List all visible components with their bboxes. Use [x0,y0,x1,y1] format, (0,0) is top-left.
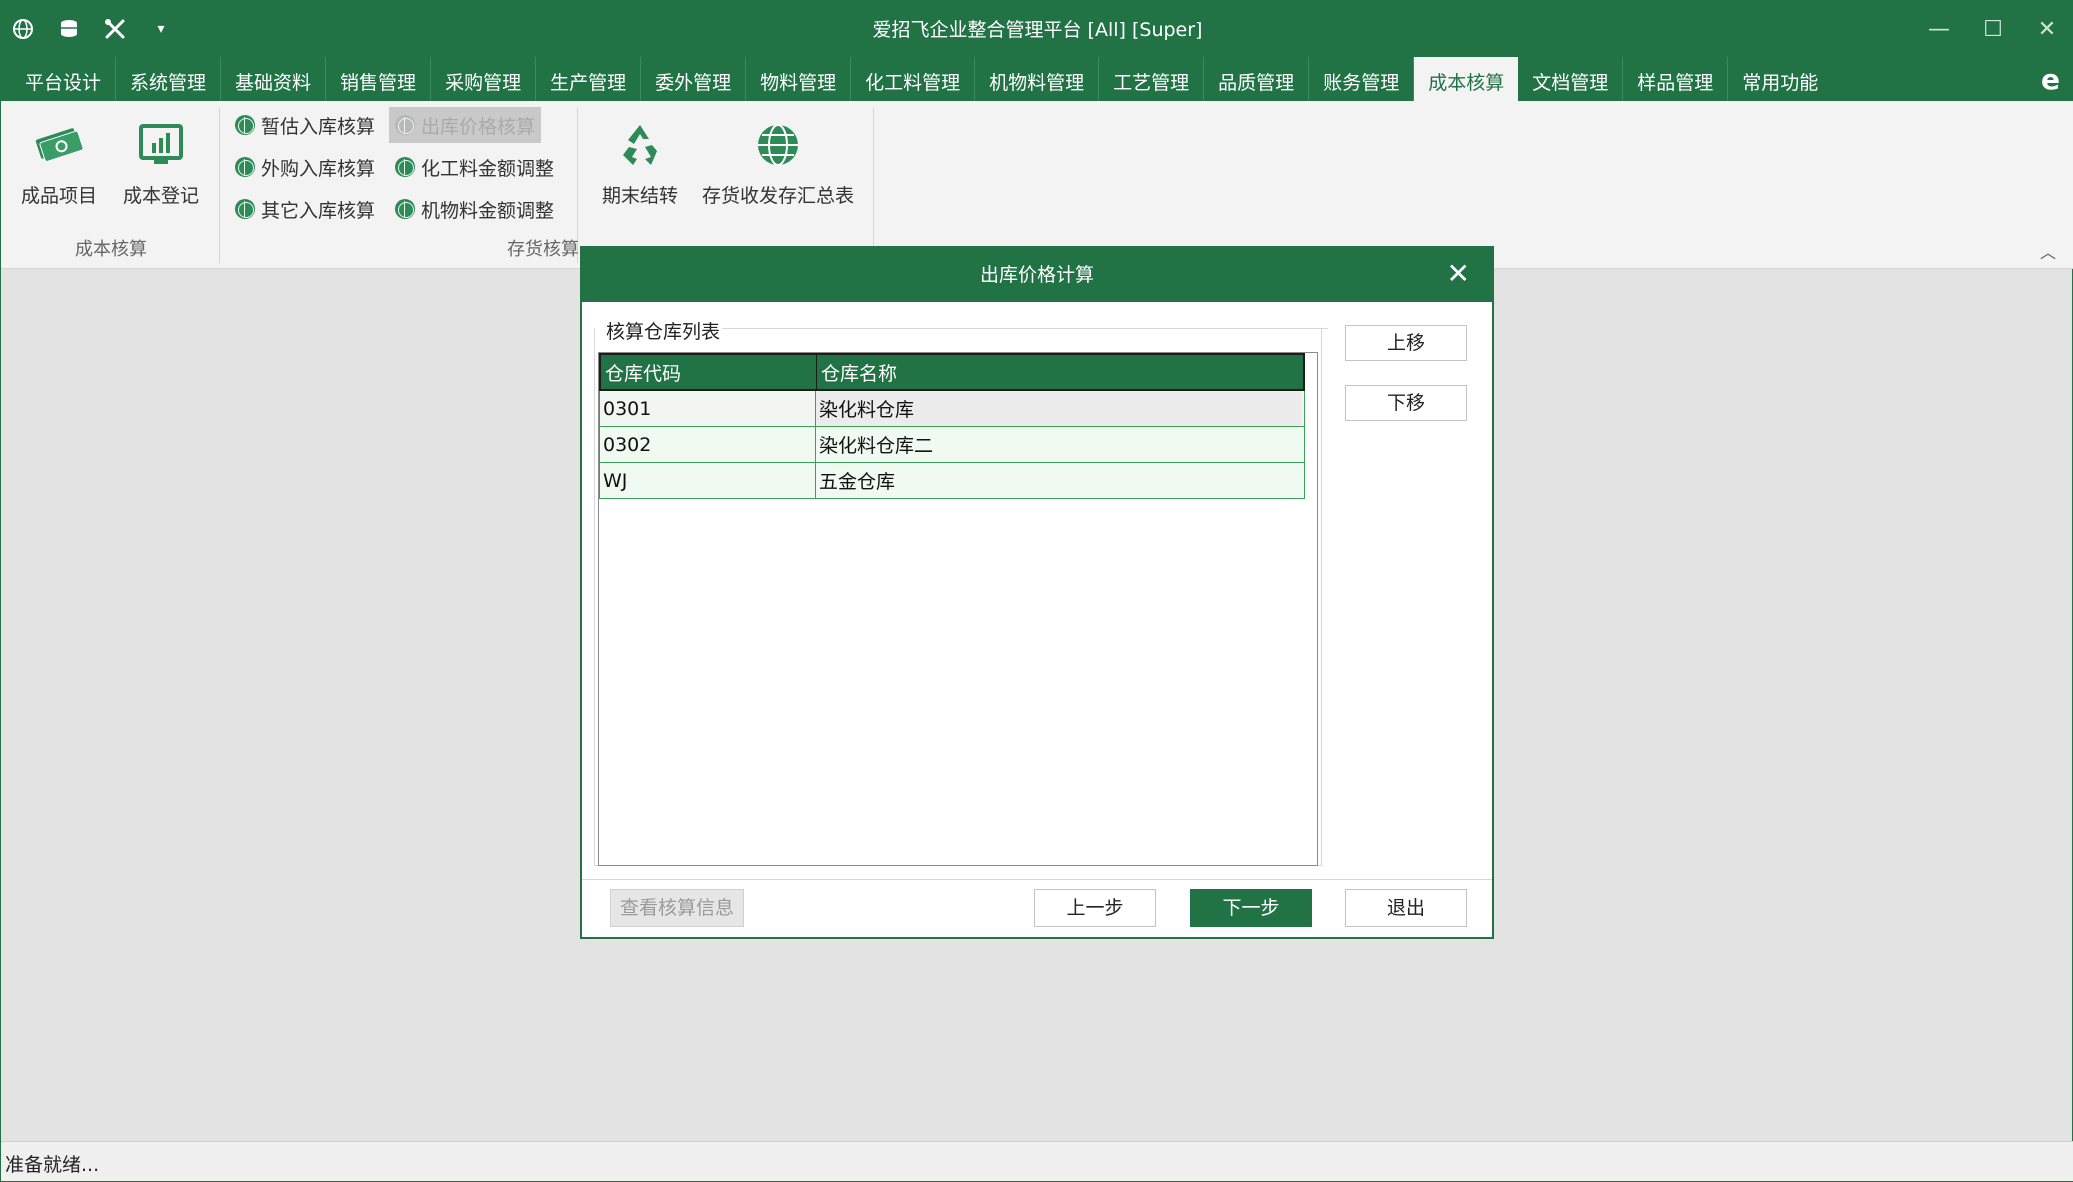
dialog-title-bar: 出库价格计算 ✕ [582,248,1492,302]
tab-documents[interactable]: 文档管理 [1518,57,1624,101]
cost-register-button[interactable]: 成本登记 [111,109,211,208]
globe-icon [235,115,255,135]
finished-items-button[interactable]: 成品项目 [9,109,109,208]
other-inbound-label: 其它入库核算 [261,199,376,222]
tab-machine-materials[interactable]: 机物料管理 [975,57,1100,101]
table-row[interactable]: 0301 染化料仓库 [599,391,1305,427]
purchase-inbound-label: 外购入库核算 [261,157,376,180]
ribbon-separator [219,107,220,263]
tab-common[interactable]: 常用功能 [1728,57,1832,101]
minimize-icon[interactable]: — [1912,1,1966,57]
chemical-adjust-button[interactable]: 化工料金额调整 [389,149,560,185]
globe-icon [395,157,415,177]
next-step-button[interactable]: 下一步 [1190,889,1312,927]
period-end-button[interactable]: 期末结转 [585,109,695,208]
cell-name[interactable]: 染化料仓库二 [816,427,1302,462]
other-inbound-button[interactable]: 其它入库核算 [229,191,381,227]
machine-adjust-label: 机物料金额调整 [421,199,555,222]
purchase-inbound-button[interactable]: 外购入库核算 [229,149,381,185]
dialog-title: 出库价格计算 [979,264,1094,286]
chemical-adjust-label: 化工料金额调整 [421,157,555,180]
status-bar: 准备就绪... [1,1141,2073,1181]
globe-refresh-icon [695,109,861,181]
ribbon-separator [873,107,874,263]
warehouse-grid: 仓库代码 仓库名称 0301 染化料仓库 0302 染化料仓库二 WJ 五金仓库 [598,352,1318,866]
cell-name[interactable]: 染化料仓库 [816,391,1302,426]
cell-code[interactable]: 0301 [600,391,816,426]
ribbon-tabs: 平台设计 系统管理 基础资料 销售管理 采购管理 生产管理 委外管理 物料管理 … [1,57,2073,101]
window-controls: — ☐ ✕ [1912,1,2073,57]
exit-button[interactable]: 退出 [1345,889,1467,927]
table-row[interactable]: 0302 染化料仓库二 [599,427,1305,463]
globe-icon [235,199,255,219]
column-header-code[interactable]: 仓库代码 [601,355,817,389]
chart-icon [111,109,211,181]
tab-accounts[interactable]: 账务管理 [1309,57,1415,101]
ribbon-group-label: 成本核算 [75,239,147,260]
estimated-inbound-button[interactable]: 暂估入库核算 [229,107,381,143]
move-up-button[interactable]: 上移 [1345,325,1467,361]
app-window: ▾ 爱招飞企业整合管理平台 [All] [Super] — ☐ ✕ 平台设计 系… [0,0,2073,1182]
tab-materials[interactable]: 物料管理 [746,57,852,101]
column-header-name[interactable]: 仓库名称 [817,355,1303,389]
outbound-price-label: 出库价格核算 [421,115,536,138]
inventory-summary-button[interactable]: 存货收发存汇总表 [695,109,861,208]
globe-icon [235,157,255,177]
tab-process[interactable]: 工艺管理 [1099,57,1205,101]
cell-name[interactable]: 五金仓库 [816,463,1302,498]
globe-icon [395,115,415,135]
view-info-button[interactable]: 查看核算信息 [610,889,744,927]
ribbon-group-cost: 成品项目 成本登记 成本核算 [7,101,215,269]
tab-production[interactable]: 生产管理 [536,57,642,101]
fieldset-top-line [717,328,1328,329]
finished-items-label: 成品项目 [20,185,97,207]
footer-divider [582,879,1492,880]
tab-outsourcing[interactable]: 委外管理 [641,57,747,101]
tab-platform-design[interactable]: 平台设计 [11,57,117,101]
tab-basic-data[interactable]: 基础资料 [221,57,327,101]
tab-system[interactable]: 系统管理 [116,57,222,101]
close-icon[interactable]: ✕ [2020,1,2073,57]
title-bar: ▾ 爱招飞企业整合管理平台 [All] [Super] — ☐ ✕ [1,1,2073,57]
tab-chemicals[interactable]: 化工料管理 [851,57,976,101]
tab-samples[interactable]: 样品管理 [1623,57,1729,101]
cell-code[interactable]: 0302 [600,427,816,462]
inventory-summary-label: 存货收发存汇总表 [701,185,854,207]
tab-purchase[interactable]: 采购管理 [431,57,537,101]
machine-adjust-button[interactable]: 机物料金额调整 [389,191,560,227]
cell-code[interactable]: WJ [600,463,816,498]
prev-step-button[interactable]: 上一步 [1034,889,1156,927]
money-icon [9,109,109,181]
cost-register-label: 成本登记 [122,185,199,207]
status-text: 准备就绪... [5,1154,100,1176]
app-logo-icon: e [2041,63,2060,96]
table-row[interactable]: WJ 五金仓库 [599,463,1305,499]
close-icon[interactable]: ✕ [1447,248,1470,300]
collapse-ribbon-icon[interactable]: ︿ [2040,239,2056,263]
globe-icon [395,199,415,219]
grid-header: 仓库代码 仓库名称 [599,353,1305,391]
ribbon-panel: 成品项目 成本登记 成本核算 暂估入库核算 出库价格核算 外购入库核算 化工料金… [1,101,2073,269]
period-end-label: 期末结转 [601,185,678,207]
warehouse-list-title: 核算仓库列表 [604,317,723,344]
tab-sales[interactable]: 销售管理 [326,57,432,101]
estimated-inbound-label: 暂估入库核算 [261,115,376,138]
tab-quality[interactable]: 品质管理 [1204,57,1310,101]
tab-cost-accounting[interactable]: 成本核算 [1414,57,1519,101]
move-down-button[interactable]: 下移 [1345,385,1467,421]
ribbon-group-inventory: 暂估入库核算 出库价格核算 外购入库核算 化工料金额调整 其它入库核算 机物料金… [223,101,873,269]
recycle-icon [585,109,695,181]
outbound-price-dialog: 出库价格计算 ✕ 核算仓库列表 仓库代码 仓库名称 0301 染化料仓库 030… [580,246,1494,939]
maximize-icon[interactable]: ☐ [1966,1,2020,57]
outbound-price-button[interactable]: 出库价格核算 [389,107,542,143]
window-title: 爱招飞企业整合管理平台 [All] [Super] [872,19,1203,41]
